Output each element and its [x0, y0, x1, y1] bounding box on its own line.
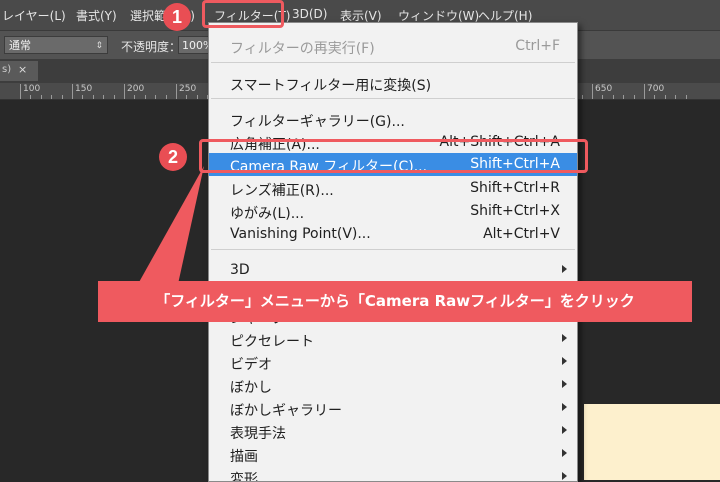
callout-pointer-shape — [138, 166, 204, 284]
instruction-callout: 「フィルター」メニューから「Camera Rawフィルター」をクリック — [98, 281, 692, 322]
callout-pointer — [138, 166, 204, 284]
